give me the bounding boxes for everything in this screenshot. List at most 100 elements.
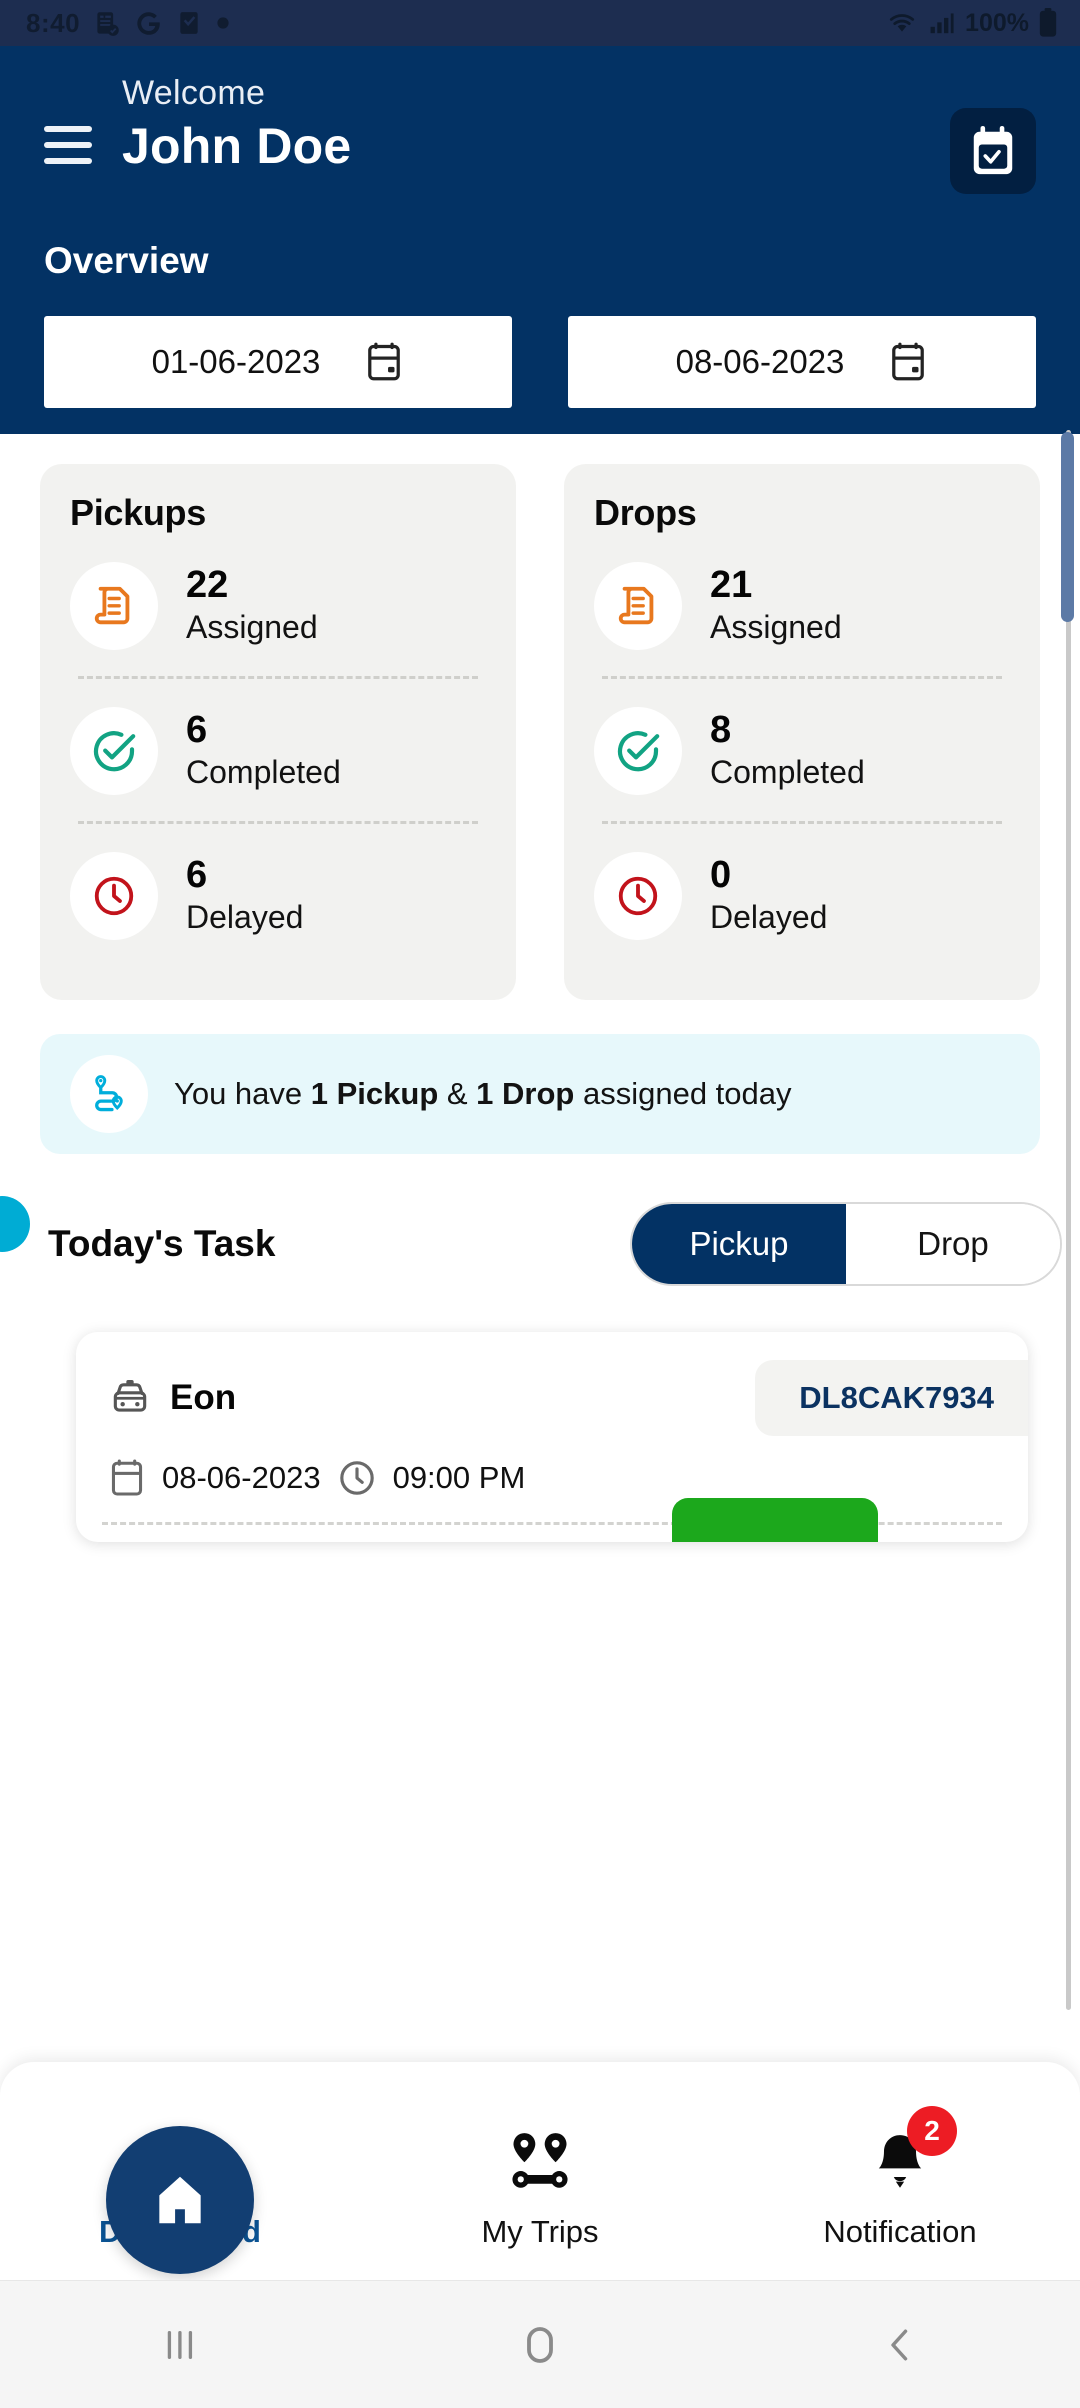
date-from-input[interactable]: 01-06-2023 xyxy=(44,316,512,408)
nav-icon-wrap: 2 xyxy=(869,2106,957,2198)
pickups-completed-row[interactable]: 6 Completed xyxy=(70,679,486,821)
checkbox-icon xyxy=(180,12,198,34)
scrollbar-thumb[interactable] xyxy=(1061,432,1074,622)
vehicle-plate-badge: DL8CAK7934 xyxy=(755,1360,1028,1436)
check-circle-icon xyxy=(617,731,660,772)
nav-item-notification[interactable]: 2 Notification xyxy=(720,2106,1080,2280)
todays-task-title: Today's Task xyxy=(48,1223,276,1264)
stat-text-block: 8 Completed xyxy=(710,708,865,792)
home-circle-icon xyxy=(527,2326,553,2363)
status-bar-left: 8:40 xyxy=(26,8,230,39)
task-card[interactable]: Eon DL8CAK7934 08-06-2023 09:00 PM xyxy=(76,1332,1028,1542)
task-card-top-row: Eon DL8CAK7934 xyxy=(76,1360,1028,1436)
calendar-icon xyxy=(892,342,925,381)
stat-text-block: 6 Completed xyxy=(186,708,341,792)
task-type-toggle[interactable]: Pickup Drop xyxy=(630,1202,1062,1286)
date-range-row: 01-06-2023 08-06-2023 xyxy=(0,282,1080,408)
toggle-option-drop[interactable]: Drop xyxy=(846,1204,1060,1284)
page-title: Overview xyxy=(44,240,209,281)
banner-prefix: You have xyxy=(174,1076,311,1111)
header-top-row: Welcome John Doe xyxy=(0,46,1080,194)
greeting-block: Welcome John Doe xyxy=(122,68,950,175)
dot-icon xyxy=(217,17,229,29)
stat-count: 0 xyxy=(710,853,732,896)
banner-message: You have 1 Pickup & 1 Drop assigned toda… xyxy=(174,1076,792,1112)
task-date: 08-06-2023 xyxy=(162,1460,321,1495)
battery-icon xyxy=(1039,8,1057,37)
status-bar-clock: 8:40 xyxy=(26,7,81,38)
task-time: 09:00 PM xyxy=(392,1460,526,1495)
scrollbar-track[interactable] xyxy=(1066,430,1071,2010)
dashboard-fab[interactable] xyxy=(106,2126,254,2274)
hamburger-icon[interactable] xyxy=(44,126,92,174)
task-card-meta-row: 08-06-2023 09:00 PM xyxy=(76,1436,1028,1498)
nav-item-my-trips[interactable]: My Trips xyxy=(360,2114,720,2280)
nav-item-dashboard[interactable]: Dashboard xyxy=(0,2126,360,2280)
back-button[interactable] xyxy=(720,2323,1080,2367)
pickups-delayed-row[interactable]: 6 Delayed xyxy=(70,824,486,966)
date-to-value: 08-06-2023 xyxy=(675,343,845,380)
todays-task-header: Today's Task Pickup Drop xyxy=(0,1154,1080,1286)
drops-delayed-row[interactable]: 0 Delayed xyxy=(594,824,1010,966)
bottom-navigation: Dashboard My Trips 2 xyxy=(0,2062,1080,2280)
status-bar: 8:40 100% xyxy=(0,0,1080,46)
date-to-input[interactable]: 08-06-2023 xyxy=(568,316,1036,408)
task-action-button[interactable] xyxy=(672,1498,878,1542)
stat-label: Assigned xyxy=(710,609,842,646)
stat-label: Assigned xyxy=(186,609,318,646)
banner-suffix: assigned today xyxy=(574,1076,792,1111)
calendar-icon xyxy=(368,342,401,381)
icon-bubble xyxy=(70,852,158,940)
status-bar-right: 100% xyxy=(885,0,1058,46)
clock-icon xyxy=(94,876,134,916)
nav-label-notification: Notification xyxy=(823,2214,977,2249)
summary-cards-row: Pickups 22 Assigned 6 Completed 6 Delaye… xyxy=(0,434,1080,1000)
welcome-label: Welcome xyxy=(122,74,266,112)
drops-completed-row[interactable]: 8 Completed xyxy=(594,679,1010,821)
stat-count: 22 xyxy=(186,563,229,606)
banner-drop-count: 1 Drop xyxy=(476,1076,575,1111)
home-icon xyxy=(159,2176,201,2224)
stat-count: 6 xyxy=(186,708,208,751)
pickups-assigned-row[interactable]: 22 Assigned xyxy=(70,534,486,676)
icon-bubble xyxy=(594,852,682,940)
google-icon xyxy=(137,11,160,35)
recents-button[interactable] xyxy=(0,2324,360,2366)
notes-icon xyxy=(97,11,119,36)
clock-icon xyxy=(618,876,658,916)
banner-pickup-count: 1 Pickup xyxy=(310,1076,439,1111)
route-icon xyxy=(95,1075,123,1112)
signal-icon xyxy=(930,13,954,34)
toggle-option-pickup[interactable]: Pickup xyxy=(632,1204,846,1284)
stat-count: 6 xyxy=(186,853,208,896)
drops-assigned-row[interactable]: 21 Assigned xyxy=(594,534,1010,676)
stat-label: Delayed xyxy=(186,899,304,936)
clock-icon xyxy=(339,1461,374,1495)
drops-card: Drops 21 Assigned 8 Completed 0 Delayed xyxy=(564,464,1040,1000)
vehicle-name: Eon xyxy=(170,1378,237,1417)
icon-bubble xyxy=(70,562,158,650)
icon-bubble xyxy=(594,707,682,795)
banner-middle: & xyxy=(438,1076,477,1111)
stat-label: Completed xyxy=(710,754,865,791)
notification-badge: 2 xyxy=(907,2106,957,2156)
nav-icon-wrap xyxy=(501,2114,579,2198)
date-from-value: 01-06-2023 xyxy=(151,343,321,380)
check-circle-icon xyxy=(93,731,136,772)
system-navigation-bar xyxy=(0,2280,1080,2408)
stat-count: 8 xyxy=(710,708,732,751)
calendar-check-button[interactable] xyxy=(950,108,1036,194)
home-button[interactable] xyxy=(360,2321,720,2369)
pickups-card-title: Pickups xyxy=(70,492,206,533)
calendar-icon xyxy=(111,1459,143,1496)
accent-dot-icon xyxy=(0,1196,30,1252)
wifi-icon xyxy=(889,14,915,32)
stat-label: Delayed xyxy=(710,899,828,936)
trip-pins-icon xyxy=(512,2133,568,2188)
car-icon xyxy=(113,1380,147,1412)
nav-label-my-trips: My Trips xyxy=(481,2214,599,2249)
user-name: John Doe xyxy=(122,118,352,174)
back-chevron-icon xyxy=(891,2329,908,2360)
calendar-check-icon xyxy=(973,126,1013,175)
pickups-card: Pickups 22 Assigned 6 Completed 6 Delaye… xyxy=(40,464,516,1000)
